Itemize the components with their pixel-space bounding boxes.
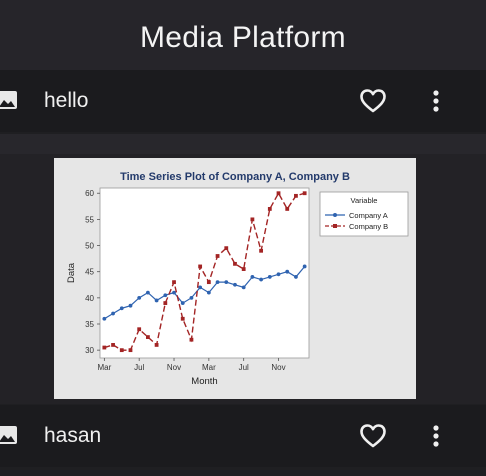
data-point bbox=[145, 335, 150, 339]
data-point bbox=[128, 303, 133, 308]
y-tick-label: 30 bbox=[85, 346, 94, 355]
legend-title: Variable bbox=[351, 196, 378, 205]
heart-outline-icon[interactable] bbox=[358, 86, 388, 116]
data-point bbox=[215, 280, 220, 285]
y-tick-label: 35 bbox=[85, 320, 94, 329]
data-point bbox=[206, 280, 211, 285]
legend-label: Company A bbox=[349, 211, 388, 220]
post-username: hasan bbox=[44, 424, 102, 447]
app-bar: Media Platform bbox=[0, 0, 486, 76]
x-tick-label: Mar bbox=[97, 363, 111, 372]
data-point bbox=[285, 269, 290, 274]
image-icon bbox=[0, 91, 17, 109]
image-icon bbox=[0, 426, 17, 444]
data-point bbox=[233, 282, 237, 287]
data-point bbox=[276, 272, 281, 277]
time-series-chart: Time Series Plot of Company A, Company B… bbox=[66, 171, 409, 387]
more-vert-icon[interactable] bbox=[426, 421, 446, 451]
legend-marker bbox=[333, 224, 337, 228]
data-point bbox=[119, 306, 124, 311]
post-username: hello bbox=[44, 89, 89, 112]
x-axis-label: Month bbox=[191, 376, 217, 387]
data-point bbox=[137, 295, 142, 300]
data-point bbox=[198, 264, 203, 269]
data-point bbox=[224, 246, 229, 251]
y-tick-label: 60 bbox=[85, 189, 94, 198]
data-point bbox=[267, 207, 272, 211]
data-point bbox=[259, 277, 264, 282]
data-point bbox=[137, 327, 142, 332]
chart-title: Time Series Plot of Company A, Company B bbox=[120, 171, 350, 183]
post-header-hello: hello bbox=[0, 70, 486, 132]
data-point bbox=[102, 345, 107, 350]
data-point bbox=[294, 193, 298, 198]
data-point bbox=[154, 298, 159, 303]
divider bbox=[0, 134, 486, 154]
data-point bbox=[189, 295, 194, 300]
more-vert-icon[interactable] bbox=[426, 86, 446, 116]
y-tick-label: 40 bbox=[85, 294, 94, 303]
y-axis-label: Data bbox=[66, 262, 77, 283]
data-point bbox=[145, 290, 150, 295]
data-point bbox=[233, 261, 237, 266]
data-point bbox=[119, 348, 124, 353]
legend-marker bbox=[333, 213, 337, 217]
y-tick-label: 55 bbox=[85, 215, 94, 224]
legend-label: Company B bbox=[349, 222, 388, 231]
data-point bbox=[241, 285, 246, 290]
data-point bbox=[250, 275, 255, 279]
x-tick-label: Jul bbox=[239, 363, 249, 372]
data-point bbox=[224, 280, 229, 285]
heart-outline-icon[interactable] bbox=[358, 421, 388, 451]
x-tick-label: Nov bbox=[167, 363, 181, 372]
data-point bbox=[267, 275, 272, 279]
y-tick-label: 50 bbox=[85, 242, 94, 251]
data-point bbox=[128, 348, 133, 353]
data-point bbox=[163, 301, 168, 305]
data-point bbox=[285, 207, 290, 211]
chart-image: Time Series Plot of Company A, Company B… bbox=[54, 158, 416, 399]
post-media: Time Series Plot of Company A, Company B… bbox=[0, 154, 486, 404]
data-point bbox=[302, 191, 307, 196]
data-point bbox=[189, 337, 194, 342]
data-point bbox=[276, 191, 281, 196]
data-point bbox=[294, 275, 298, 279]
data-point bbox=[241, 267, 246, 271]
data-point bbox=[111, 343, 115, 347]
data-point bbox=[172, 280, 176, 285]
data-point bbox=[154, 343, 159, 347]
post-header-hasan: hasan bbox=[0, 405, 486, 467]
app-title: Media Platform bbox=[140, 21, 346, 54]
data-point bbox=[259, 248, 264, 253]
data-point bbox=[206, 290, 211, 295]
x-tick-label: Nov bbox=[271, 363, 285, 372]
x-tick-label: Jul bbox=[134, 363, 144, 372]
x-tick-label: Mar bbox=[202, 363, 216, 372]
data-point bbox=[180, 301, 185, 305]
data-point bbox=[250, 217, 255, 222]
data-point bbox=[302, 264, 307, 269]
data-point bbox=[172, 290, 176, 295]
data-point bbox=[111, 311, 115, 316]
y-tick-label: 45 bbox=[85, 268, 94, 277]
data-point bbox=[102, 316, 107, 321]
data-point bbox=[163, 293, 168, 298]
data-point bbox=[180, 316, 185, 321]
data-point bbox=[215, 254, 220, 258]
data-point bbox=[198, 285, 203, 290]
